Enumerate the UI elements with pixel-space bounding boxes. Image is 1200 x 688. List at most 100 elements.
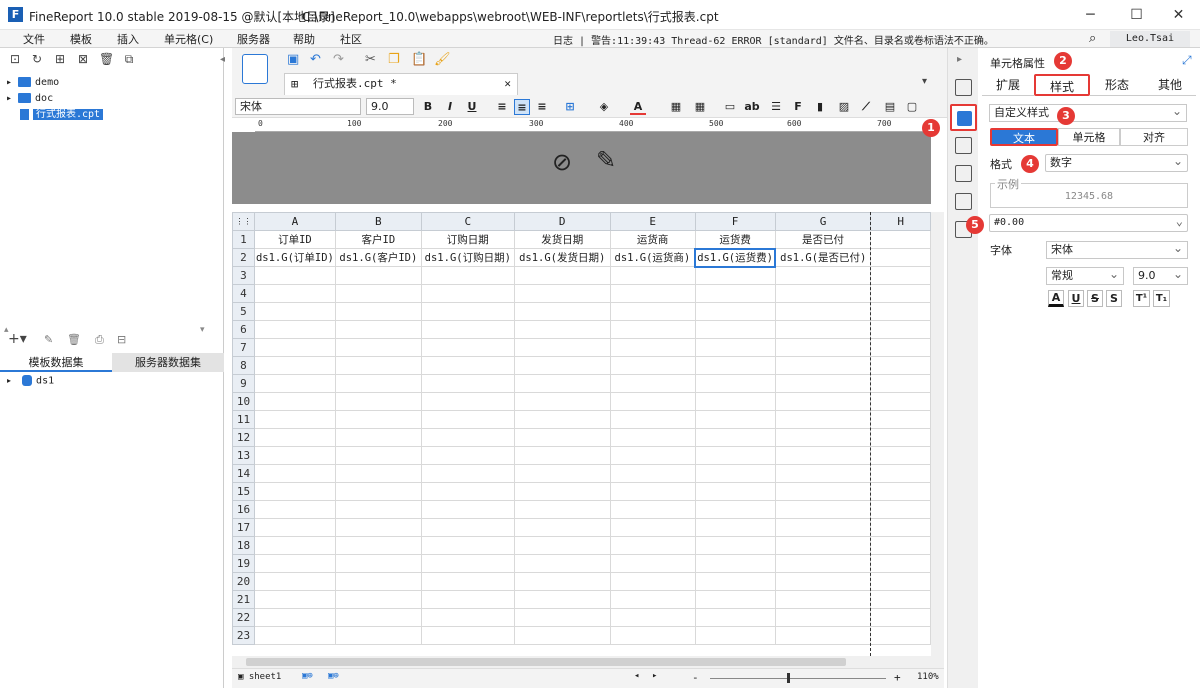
bold-button[interactable]: B [420, 99, 436, 115]
font-size-select[interactable]: 9.0 [366, 98, 414, 115]
strikethrough-toggle[interactable]: S [1087, 290, 1103, 307]
tab-expand[interactable]: 扩展 [982, 74, 1034, 96]
menu-cell[interactable]: 单元格(C) [164, 31, 213, 47]
row-header[interactable]: 18 [232, 536, 255, 555]
cell[interactable]: ds1.G(订单ID) [253, 248, 336, 267]
undo-icon[interactable]: ↶ [310, 52, 321, 67]
insert-text-icon[interactable]: ▭ [722, 99, 738, 115]
user-badge[interactable]: Leo.Tsai [1110, 31, 1190, 47]
font-size-panel-select[interactable]: 9.0 [1133, 266, 1188, 285]
cell[interactable]: ds1.G(发货日期) [513, 248, 611, 267]
document-tab[interactable]: ⊞ 行式报表.cpt * ✕ [284, 73, 518, 95]
menu-file[interactable]: 文件 [23, 31, 45, 47]
cell[interactable]: 发货日期 [513, 230, 611, 249]
maximize-button[interactable]: ☐ [1114, 0, 1159, 30]
row-header[interactable]: 5 [232, 302, 255, 321]
subtab-text[interactable]: 文本 [990, 128, 1058, 146]
preview-icon[interactable]: ⎙ [95, 333, 104, 347]
save-icon[interactable]: ▣ [287, 52, 299, 67]
tab-form[interactable]: 形态 [1090, 74, 1144, 96]
spreadsheet[interactable]: ⋮⋮ A B C D E F G H 1 订单ID 客户ID 订购日期 发货日期… [232, 212, 931, 656]
border-icon[interactable]: ⊞ [562, 99, 578, 115]
dropdown-menu-icon[interactable]: ▾ [922, 76, 927, 87]
cell[interactable]: 是否已付 [774, 230, 872, 249]
underline-toggle[interactable]: U [1068, 290, 1084, 307]
element-properties-icon[interactable] [955, 193, 972, 210]
vertical-scrollbar[interactable] [931, 212, 944, 656]
column-header[interactable]: F [694, 212, 776, 231]
row-header[interactable]: 2 [232, 248, 255, 267]
scroll-right-icon[interactable]: ▸ [652, 671, 657, 681]
cell[interactable]: ds1.G(客户ID) [334, 248, 422, 267]
row-header[interactable]: 17 [232, 518, 255, 537]
add-dataset-icon[interactable]: +▾ [8, 331, 27, 347]
collapse-left-icon[interactable]: ◂ [220, 54, 225, 65]
insert-image-icon[interactable]: ▨ [836, 99, 852, 115]
export-icon[interactable]: ⊠ [76, 52, 90, 66]
row-header[interactable]: 8 [232, 356, 255, 375]
row-header[interactable]: 7 [232, 338, 255, 357]
menu-help[interactable]: 帮助 [293, 31, 315, 47]
menu-community[interactable]: 社区 [340, 31, 362, 47]
tree-file-report[interactable]: 行式报表.cpt [6, 108, 104, 122]
collapse-up-icon[interactable]: ▴ [4, 325, 9, 335]
tab-other[interactable]: 其他 [1144, 74, 1196, 96]
format-pattern-input[interactable]: #0.00 [989, 213, 1188, 232]
row-header[interactable]: 22 [232, 608, 255, 627]
copy-cell-icon[interactable]: ❐ [388, 52, 400, 67]
collapse-down-icon[interactable]: ▾ [200, 325, 205, 335]
delete-dataset-icon[interactable]: 🗑 [67, 333, 81, 346]
selected-cell[interactable]: ds1.G(运货费) [694, 247, 777, 268]
dataset-item[interactable]: ▸ ds1 [6, 375, 54, 387]
column-header[interactable]: H [870, 212, 931, 231]
insert-frame-icon[interactable]: ▢ [904, 99, 920, 115]
cell[interactable]: 订单ID [253, 230, 336, 249]
template-properties-icon[interactable] [955, 79, 972, 96]
fill-color-icon[interactable]: ◈ [596, 99, 612, 115]
subtab-cell[interactable]: 单元格 [1058, 128, 1120, 146]
corner-cell[interactable]: ⋮⋮ [232, 212, 255, 231]
row-header[interactable]: 21 [232, 590, 255, 609]
subscript-toggle[interactable]: T₁ [1153, 290, 1170, 307]
locate-icon[interactable]: ⊞ [53, 52, 67, 66]
insert-list-icon[interactable]: ☰ [768, 99, 784, 115]
column-header[interactable]: C [420, 212, 515, 231]
cell[interactable]: ds1.G(订购日期) [420, 248, 515, 267]
insert-formula-icon[interactable]: F [790, 99, 806, 115]
row-header[interactable]: 20 [232, 572, 255, 591]
format-painter-icon[interactable]: 🖌 [434, 52, 451, 67]
format-select[interactable]: 数字 [1045, 153, 1188, 172]
condition-properties-icon[interactable] [955, 165, 972, 182]
cell-grid[interactable]: ⋮⋮ A B C D E F G H 1 订单ID 客户ID 订购日期 发货日期… [232, 212, 931, 645]
add-sheet-icon[interactable]: ▣⊕ [302, 671, 313, 681]
close-tab-icon[interactable]: ✕ [504, 74, 511, 94]
expand-right-icon[interactable]: ▸ [957, 54, 962, 65]
merge-icon[interactable]: ▦ [668, 99, 684, 115]
shadow-toggle[interactable]: S [1106, 290, 1122, 307]
minimize-button[interactable]: ─ [1068, 0, 1113, 30]
refresh-icon[interactable]: ↻ [30, 52, 44, 66]
copy-icon[interactable]: ⧉ [122, 52, 136, 66]
new-folder-icon[interactable]: ⊡ [8, 52, 22, 66]
superscript-toggle[interactable]: T¹ [1133, 290, 1150, 307]
menu-insert[interactable]: 插入 [117, 31, 139, 47]
cell[interactable]: 订购日期 [420, 230, 515, 249]
scroll-thumb[interactable] [246, 658, 846, 666]
row-header[interactable]: 14 [232, 464, 255, 483]
close-button[interactable]: ✕ [1156, 0, 1200, 30]
widget-properties-icon[interactable] [955, 137, 972, 154]
row-header[interactable]: 1 [232, 230, 255, 249]
horizontal-scrollbar[interactable] [232, 656, 944, 668]
column-header[interactable]: E [609, 212, 696, 231]
sheet-tab[interactable]: ▣ sheet1 [238, 672, 281, 682]
cell[interactable]: 客户ID [334, 230, 422, 249]
column-header[interactable]: D [513, 212, 611, 231]
add-poly-sheet-icon[interactable]: ▣⊕ [328, 671, 339, 681]
params-icon[interactable]: ⊟ [117, 333, 126, 346]
edit-icon[interactable]: ✎ [44, 333, 53, 346]
template-icon[interactable] [242, 54, 268, 84]
font-select[interactable]: 宋体 [1046, 240, 1188, 259]
menu-server[interactable]: 服务器 [237, 31, 270, 47]
menu-template[interactable]: 模板 [70, 31, 92, 47]
row-header[interactable]: 11 [232, 410, 255, 429]
